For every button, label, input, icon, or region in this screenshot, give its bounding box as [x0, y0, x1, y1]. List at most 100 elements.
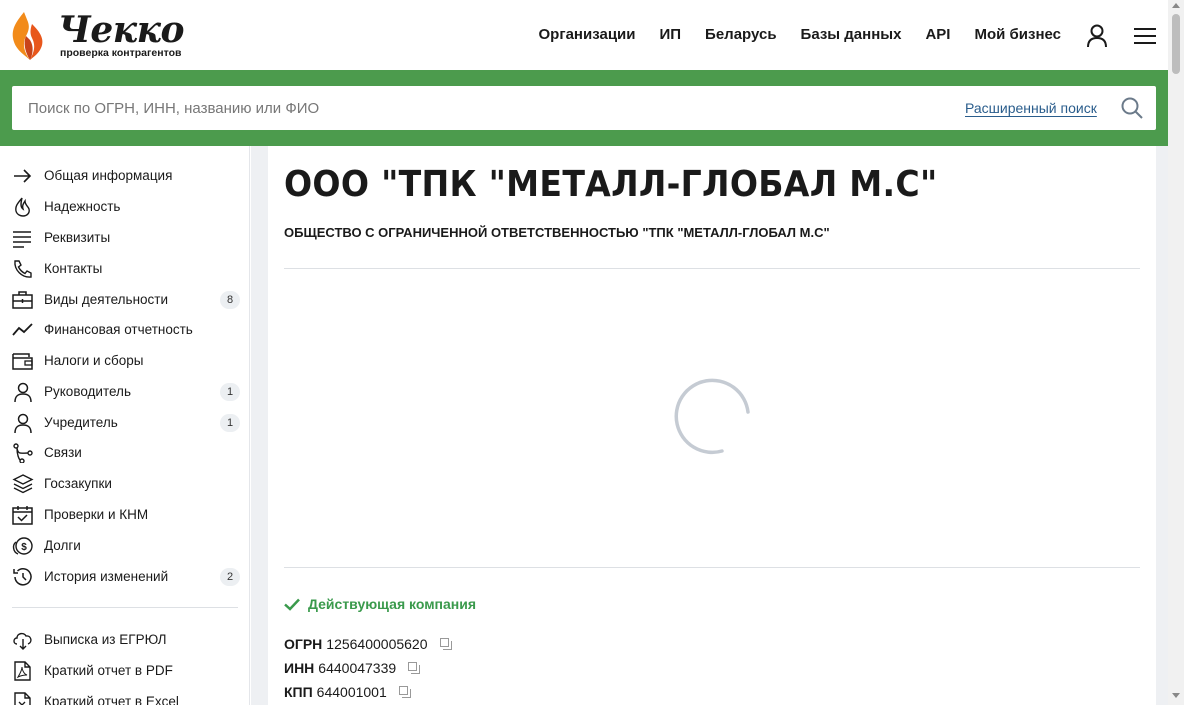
- sidebar-item-label: Госзакупки: [44, 476, 112, 491]
- search-input[interactable]: [12, 86, 932, 130]
- sidebar-item-label: Руководитель: [44, 384, 131, 399]
- sidebar-item-label: Налоги и сборы: [44, 353, 144, 368]
- brand-tagline: проверка контрагентов: [60, 47, 182, 59]
- scroll-down-icon[interactable]: [1172, 693, 1180, 698]
- sidebar-item-inspections[interactable]: Проверки и КНМ: [12, 501, 240, 529]
- sidebar-item-label: Долги: [44, 538, 81, 553]
- page-title: ООО "ТПК "МЕТАЛЛ-ГЛОБАЛ М.С": [284, 164, 938, 205]
- brand-logo[interactable]: Чекко проверка контрагентов: [10, 10, 190, 62]
- sidebar-item-procurement[interactable]: Госзакупки: [12, 470, 240, 498]
- sidebar-item-label: Учредитель: [44, 415, 118, 430]
- loading-spinner-icon: [674, 378, 750, 455]
- person-icon: [14, 413, 32, 433]
- sidebar: Общая информация Надежность Реквизиты Ко…: [0, 146, 250, 705]
- divider: [284, 268, 1140, 269]
- divider: [284, 567, 1140, 568]
- svg-text:$: $: [21, 542, 27, 553]
- sidebar-item-history[interactable]: История изменений 2: [12, 563, 240, 591]
- history-icon: [13, 568, 32, 586]
- sidebar-item-debts[interactable]: $ Долги: [12, 532, 240, 560]
- connections-icon: [13, 443, 33, 463]
- sidebar-item-label: Финансовая отчетность: [44, 322, 193, 337]
- company-card: ООО "ТПК "МЕТАЛЛ-ГЛОБАЛ М.С" ОБЩЕСТВО С …: [268, 146, 1156, 705]
- sidebar-download-pdf[interactable]: Краткий отчет в PDF: [12, 657, 240, 685]
- copy-icon[interactable]: [408, 662, 421, 674]
- advanced-search-link[interactable]: Расширенный поиск: [965, 100, 1097, 116]
- page-scrollbar[interactable]: [1168, 0, 1184, 705]
- sidebar-item-label: Реквизиты: [44, 230, 111, 245]
- pdf-icon: [14, 661, 31, 681]
- count-badge: 1: [220, 414, 240, 432]
- flame-outline-icon: [15, 197, 30, 217]
- checkmark-icon: [284, 598, 300, 611]
- sidebar-divider: [12, 607, 238, 608]
- count-badge: 8: [220, 291, 240, 309]
- search-icon[interactable]: [1121, 97, 1143, 119]
- flame-logo-icon: [12, 12, 43, 60]
- sidebar-download-excel[interactable]: Краткий отчет в Excel: [12, 688, 240, 705]
- scroll-thumb[interactable]: [1172, 14, 1180, 74]
- sidebar-item-label: История изменений: [44, 569, 169, 584]
- nav-organizations[interactable]: Организации: [539, 24, 636, 46]
- ogrn-value: 1256400005620: [326, 636, 428, 652]
- inn-label: ИНН: [284, 660, 315, 676]
- sidebar-item-general[interactable]: Общая информация: [12, 162, 240, 190]
- arrow-right-icon: [14, 169, 32, 183]
- sidebar-item-connections[interactable]: Связи: [12, 439, 240, 467]
- sidebar-item-label: Контакты: [44, 261, 103, 276]
- excel-icon: [14, 692, 31, 705]
- wallet-icon: [12, 353, 33, 370]
- sidebar-download-egrul[interactable]: Выписка из ЕГРЮЛ: [12, 626, 240, 654]
- ogrn-label: ОГРН: [284, 636, 323, 652]
- copy-icon[interactable]: [398, 686, 411, 698]
- briefcase-icon: [12, 291, 33, 309]
- sidebar-item-contacts[interactable]: Контакты: [12, 255, 240, 283]
- search-box: Расширенный поиск: [12, 86, 1156, 130]
- sidebar-item-activities[interactable]: Виды деятельности 8: [12, 286, 240, 314]
- nav-databases[interactable]: Базы данных: [801, 24, 902, 46]
- inn-row: ИНН 6440047339: [284, 660, 421, 676]
- inn-value: 6440047339: [318, 660, 397, 676]
- search-band: Расширенный поиск: [0, 70, 1168, 146]
- sidebar-item-requisites[interactable]: Реквизиты: [12, 224, 240, 252]
- coins-icon: $: [12, 537, 33, 555]
- sidebar-item-reliability[interactable]: Надежность: [12, 193, 240, 221]
- count-badge: 2: [220, 568, 240, 586]
- calendar-check-icon: [12, 506, 33, 525]
- kpp-value: 644001001: [316, 684, 387, 700]
- nav-my-business[interactable]: Мой бизнес: [974, 24, 1061, 46]
- sidebar-item-label: Проверки и КНМ: [44, 507, 149, 522]
- sidebar-item-director[interactable]: Руководитель 1: [12, 378, 240, 406]
- sidebar-item-label: Краткий отчет в Excel: [44, 694, 179, 705]
- kpp-row: КПП 644001001: [284, 684, 411, 700]
- trend-line-icon: [12, 323, 33, 336]
- sidebar-item-taxes[interactable]: Налоги и сборы: [12, 347, 240, 375]
- status-text: Действующая компания: [308, 596, 477, 612]
- company-full-name: ОБЩЕСТВО С ОГРАНИЧЕННОЙ ОТВЕТСТВЕННОСТЬЮ…: [284, 225, 830, 240]
- cloud-download-icon: [13, 632, 32, 650]
- nav-ip[interactable]: ИП: [659, 24, 681, 46]
- sidebar-item-label: Связи: [44, 445, 82, 460]
- brand-name: Чекко: [58, 9, 185, 51]
- user-icon[interactable]: [1086, 24, 1108, 48]
- nav-belarus[interactable]: Беларусь: [705, 24, 777, 46]
- layers-icon: [12, 474, 34, 494]
- hamburger-menu-icon[interactable]: [1134, 27, 1156, 45]
- sidebar-item-label: Выписка из ЕГРЮЛ: [44, 632, 167, 647]
- sidebar-item-label: Надежность: [44, 199, 121, 214]
- top-navigation: Организации ИП Беларусь Базы данных API …: [539, 24, 1061, 46]
- phone-icon: [14, 260, 32, 278]
- ogrn-row: ОГРН 1256400005620: [284, 636, 452, 652]
- scroll-up-icon[interactable]: [1172, 3, 1180, 8]
- site-header: Чекко проверка контрагентов Организации …: [0, 0, 1168, 70]
- count-badge: 1: [220, 383, 240, 401]
- sidebar-item-label: Общая информация: [44, 168, 173, 183]
- sidebar-item-label: Краткий отчет в PDF: [44, 663, 173, 678]
- copy-icon[interactable]: [439, 638, 452, 650]
- lines-icon: [13, 231, 31, 248]
- kpp-label: КПП: [284, 684, 313, 700]
- sidebar-item-label: Виды деятельности: [44, 292, 169, 307]
- sidebar-item-financial[interactable]: Финансовая отчетность: [12, 316, 240, 344]
- sidebar-item-founder[interactable]: Учредитель 1: [12, 409, 240, 437]
- nav-api[interactable]: API: [925, 24, 950, 46]
